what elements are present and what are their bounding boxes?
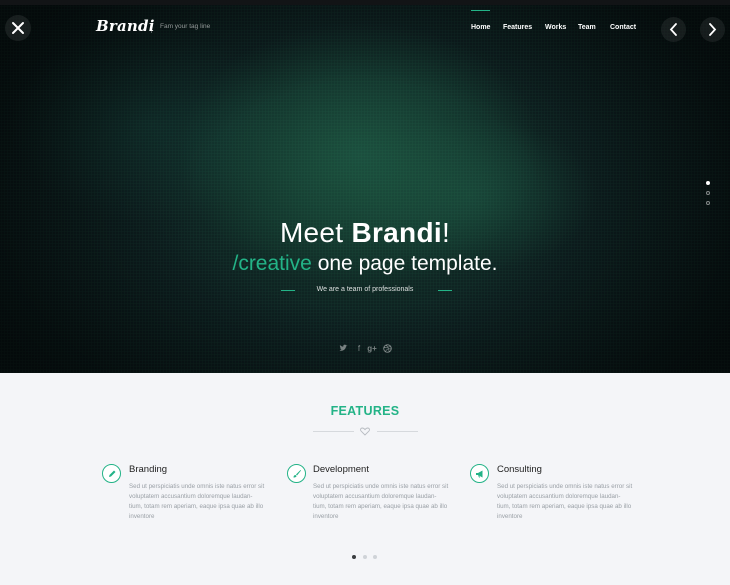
hero-subtitle: /creative one page template. <box>232 252 498 275</box>
slide-dot-1[interactable] <box>706 181 710 185</box>
hero-tagline: We are a team of professionals <box>316 286 414 293</box>
title-rule-left <box>313 431 354 432</box>
main-nav: Home Features Works Team Contact <box>0 10 730 36</box>
tagline-rule-right <box>438 290 452 291</box>
google-plus-icon[interactable]: g+ <box>367 344 377 354</box>
pencil-icon <box>102 464 121 483</box>
slide-dot-3[interactable] <box>706 201 710 205</box>
feature-title-branding: Branding <box>129 464 168 475</box>
nav-item-features[interactable]: Features <box>503 24 532 31</box>
dribbble-icon[interactable] <box>382 344 392 354</box>
feature-text-branding: Sed ut perspiciatis unde omnis iste natu… <box>129 483 265 520</box>
nav-item-contact[interactable]: Contact <box>610 24 636 31</box>
nav-item-home[interactable]: Home <box>471 10 491 31</box>
chevron-right-icon <box>709 23 717 36</box>
feature-text-consulting: Sed ut perspiciatis unde omnis iste natu… <box>497 483 633 520</box>
nav-item-team[interactable]: Team <box>578 24 596 31</box>
page-dot-2[interactable] <box>363 555 367 559</box>
features-section: FEATURES Branding Sed ut perspiciatis un… <box>0 373 730 585</box>
hero-title: Meet Brandi! <box>279 217 451 248</box>
page-dot-1[interactable] <box>352 555 356 559</box>
twitter-icon[interactable] <box>338 344 348 354</box>
feature-title-development: Development <box>313 464 369 475</box>
slide-dot-2[interactable] <box>706 191 710 195</box>
heart-icon <box>360 427 370 436</box>
hero-section: Brandi Fam your tag line Home Features W… <box>0 5 730 373</box>
brush-icon <box>287 464 306 483</box>
prev-slide-button[interactable] <box>661 17 686 42</box>
features-pagination <box>352 555 382 561</box>
megaphone-icon <box>470 464 489 483</box>
nav-item-works[interactable]: Works <box>545 24 566 31</box>
page-dot-3[interactable] <box>373 555 377 559</box>
chevron-left-icon <box>669 23 677 36</box>
feature-title-consulting: Consulting <box>497 464 542 475</box>
next-slide-button[interactable] <box>700 17 725 42</box>
facebook-icon[interactable]: f <box>354 344 364 354</box>
slide-indicator <box>706 181 712 211</box>
features-title: FEATURES <box>330 404 400 418</box>
title-rule-right <box>377 431 418 432</box>
feature-text-development: Sed ut perspiciatis unde omnis iste natu… <box>313 483 449 520</box>
